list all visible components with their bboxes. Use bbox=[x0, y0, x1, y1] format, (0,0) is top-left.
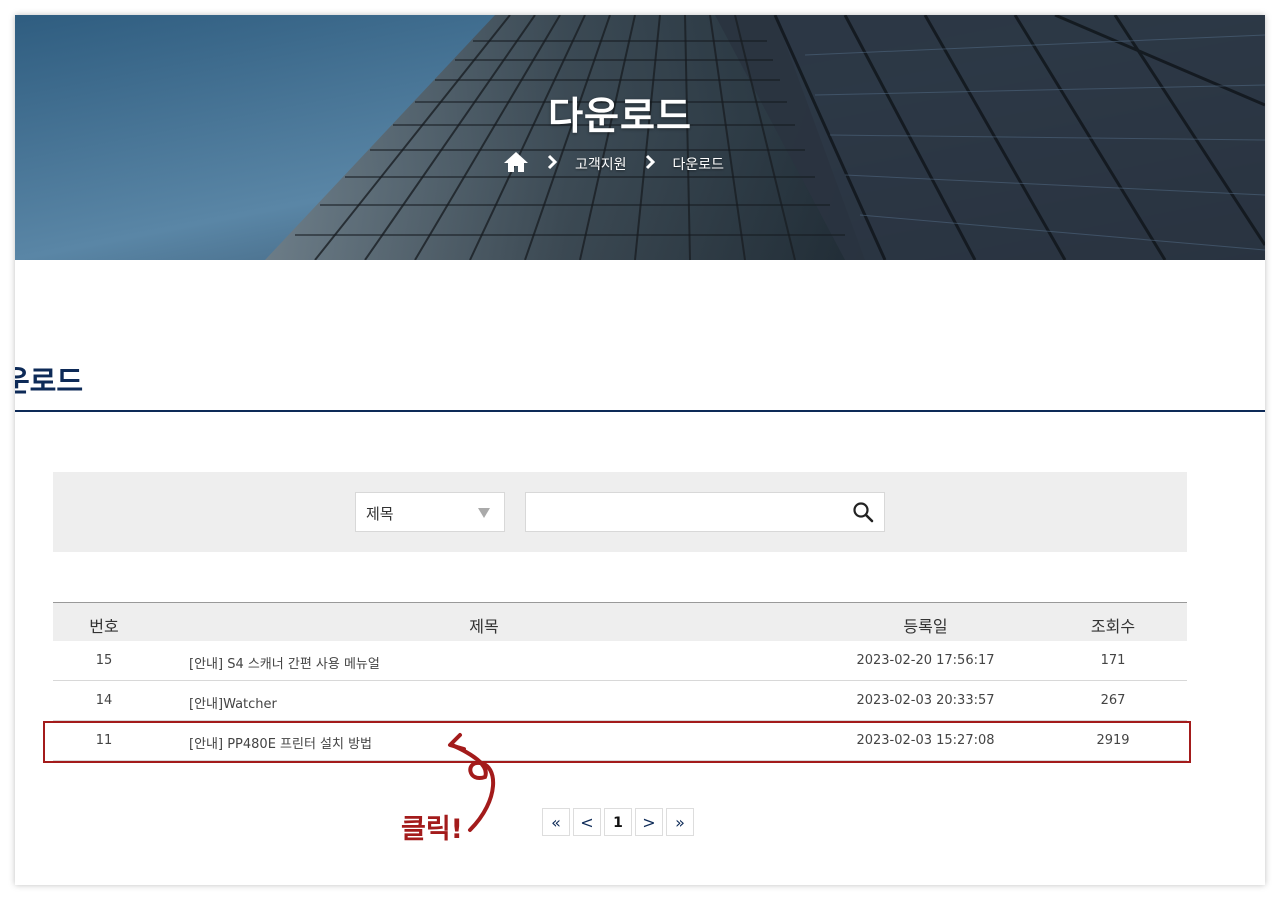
table-row: 14 [안내]Watcher 2023-02-03 20:33:57 267 bbox=[53, 681, 1187, 721]
breadcrumb-item-download[interactable]: 다운로드 bbox=[673, 154, 725, 174]
row-title-link[interactable]: [안내]Watcher bbox=[189, 693, 277, 712]
header-date: 등록일 bbox=[903, 617, 948, 636]
breadcrumb-item-support[interactable]: 고객지원 bbox=[575, 154, 627, 174]
search-panel: 제목 bbox=[53, 472, 1187, 552]
prev-page-button[interactable]: < bbox=[573, 808, 601, 836]
table-row: 15 [안내] S4 스캐너 간편 사용 메뉴얼 2023-02-20 17:5… bbox=[53, 641, 1187, 681]
search-input[interactable] bbox=[526, 493, 846, 529]
page-frame: 다운로드 고객지원 다운로드 운로드 제목 번호 제목 등록일 조회수 15 [… bbox=[15, 15, 1265, 885]
click-annotation: 클릭! bbox=[401, 814, 463, 845]
search-field-select[interactable]: 제목 bbox=[355, 492, 505, 532]
highlight-box bbox=[43, 721, 1191, 763]
search-icon[interactable] bbox=[852, 501, 874, 523]
caret-down-icon bbox=[478, 508, 490, 518]
last-page-button[interactable]: » bbox=[666, 808, 694, 836]
row-views: 171 bbox=[1100, 653, 1126, 668]
next-page-button[interactable]: > bbox=[635, 808, 663, 836]
row-no: 14 bbox=[95, 693, 113, 708]
breadcrumb: 고객지원 다운로드 bbox=[503, 151, 724, 177]
table-header: 번호 제목 등록일 조회수 bbox=[53, 602, 1187, 641]
pagination: « < 1 > » bbox=[542, 808, 697, 836]
row-no: 15 bbox=[95, 653, 113, 668]
page-title: 운로드 bbox=[15, 364, 84, 398]
page-1-button[interactable]: 1 bbox=[604, 808, 632, 836]
row-views: 267 bbox=[1100, 693, 1126, 708]
title-divider bbox=[15, 410, 1265, 412]
row-title-link[interactable]: [안내] S4 스캐너 간편 사용 메뉴얼 bbox=[189, 653, 380, 672]
hero-banner: 다운로드 고객지원 다운로드 bbox=[15, 15, 1265, 260]
hero-title: 다운로드 bbox=[548, 94, 692, 138]
header-views: 조회수 bbox=[1090, 617, 1136, 636]
row-date: 2023-02-20 17:56:17 bbox=[856, 653, 995, 668]
header-title: 제목 bbox=[469, 617, 499, 636]
home-icon[interactable] bbox=[503, 151, 529, 177]
row-date: 2023-02-03 20:33:57 bbox=[856, 693, 995, 708]
chevron-right-icon bbox=[547, 154, 558, 174]
search-field-value: 제목 bbox=[366, 505, 394, 523]
search-input-wrapper bbox=[525, 492, 885, 532]
chevron-right-icon bbox=[645, 154, 655, 174]
first-page-button[interactable]: « bbox=[542, 808, 570, 836]
